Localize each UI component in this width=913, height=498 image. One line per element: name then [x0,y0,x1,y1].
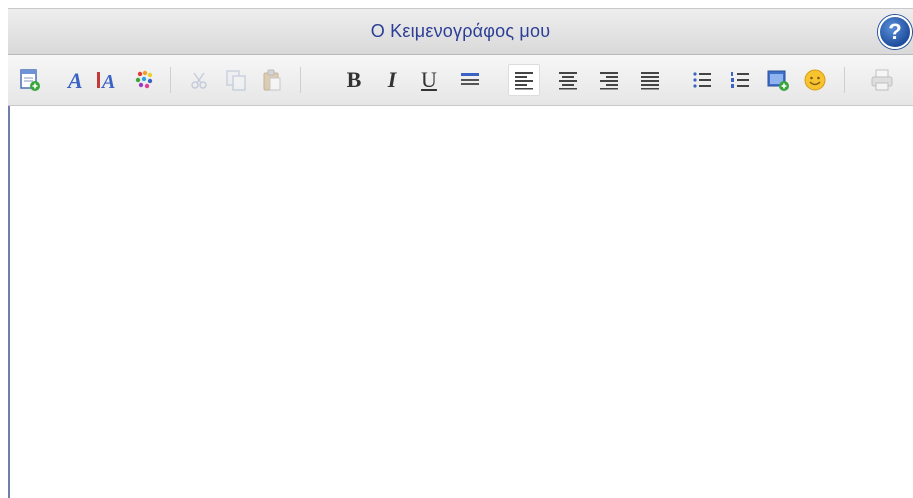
window-title: Ο Κειμενογράφος μου [370,21,551,41]
editor-window: Ο Κειμενογράφος μου ? A A B I U [0,0,913,498]
font-icon: A [66,68,83,92]
bullet-list-icon [693,72,711,88]
underline-button[interactable]: U [413,64,445,96]
justify-icon [641,72,659,90]
help-button[interactable]: ? [878,15,912,49]
font-size-button[interactable]: A [92,64,124,96]
align-center-icon [559,72,577,90]
strikethrough-icon [461,73,479,85]
copy-button[interactable] [220,64,252,96]
cut-button[interactable] [184,64,216,96]
align-center-button[interactable] [552,64,584,96]
toolbar-separator [170,67,171,93]
toolbar-separator [844,67,845,93]
numbered-list-icon [731,72,749,88]
bullet-list-button[interactable] [686,64,718,96]
scissors-icon [191,72,207,89]
align-right-icon [600,72,618,90]
font-size-icon: A [97,71,115,92]
justify-button[interactable] [634,64,666,96]
paste-icon [263,69,281,91]
font-button[interactable]: A [60,64,92,96]
numbered-list-button[interactable] [724,64,756,96]
toolbar-separator [300,67,301,93]
emoticon-button[interactable] [799,64,831,96]
bold-button[interactable]: B [338,64,370,96]
editor-body [8,106,913,498]
align-left-icon [515,72,533,90]
italic-icon: I [387,67,397,92]
align-right-button[interactable] [593,64,625,96]
text-color-button[interactable] [128,64,160,96]
italic-button[interactable]: I [376,64,408,96]
svg-text:A: A [100,71,115,92]
printer-icon [871,69,893,91]
smiley-icon [804,69,826,91]
insert-image-icon [767,70,789,91]
formatting-toolbar: A A B I U [8,55,913,106]
align-left-button[interactable] [508,64,540,96]
svg-text:A: A [66,68,83,92]
text-editing-area[interactable] [10,106,913,498]
new-document-icon [20,69,40,91]
color-palette-icon [135,70,153,89]
print-button[interactable] [866,64,898,96]
insert-image-button[interactable] [762,64,794,96]
new-document-button[interactable] [14,64,46,96]
title-bar: Ο Κειμενογράφος μου ? [8,8,913,55]
paste-button[interactable] [256,64,288,96]
strikethrough-button[interactable] [454,64,486,96]
underline-icon: U [421,67,437,92]
copy-icon [226,70,246,91]
bold-icon: B [346,67,362,92]
